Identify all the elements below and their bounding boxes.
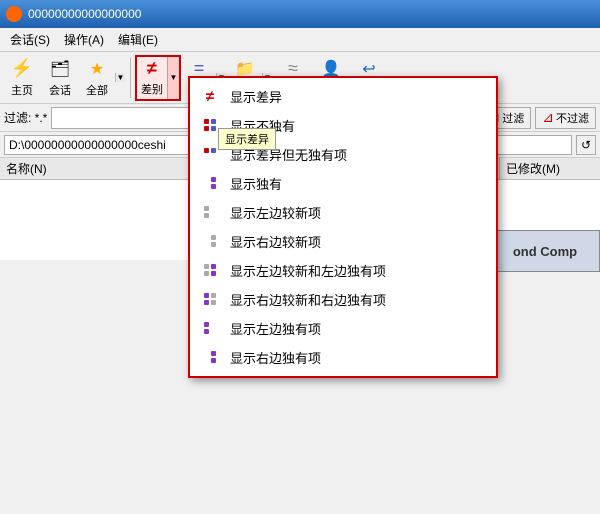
menu-item-show-left-newer[interactable]: 显示左边较新项 xyxy=(190,198,496,227)
menu-item-show-right-unique[interactable]: 显示右边独有项 xyxy=(190,343,496,372)
dots-mixed2-icon xyxy=(200,292,220,308)
dots-mixed-icon xyxy=(200,263,220,279)
menu-item-show-diff[interactable]: ≠ 显示差异 xyxy=(190,82,496,111)
main-window: 00000000000000000 ond Comp 会话(S) 操作(A) 编… xyxy=(0,0,600,514)
app-icon xyxy=(6,6,22,22)
dot-purple-icon xyxy=(200,176,220,192)
dot-right-icon xyxy=(200,350,220,366)
dots-red-blue2-icon xyxy=(200,147,220,163)
toolbar-btn-home[interactable]: ⚡ 主页 xyxy=(4,55,40,101)
star-icon: ★ xyxy=(85,58,109,80)
dot-left-icon xyxy=(200,321,220,337)
menu-item-show-right-newer[interactable]: 显示右边较新项 xyxy=(190,227,496,256)
menu-bar: 会话(S) 操作(A) 编辑(E) xyxy=(0,28,600,52)
title-text: 00000000000000000 xyxy=(28,7,594,21)
funnel-cancel-icon: ⊿ xyxy=(542,109,554,126)
separator-1 xyxy=(130,58,131,98)
tooltip-show-diff: 显示差异 xyxy=(218,128,276,150)
toolbar-btn-session[interactable]: 🗂 会话 xyxy=(42,55,78,101)
menu-operation[interactable]: 操作(A) xyxy=(58,29,110,50)
menu-item-show-right-newer-right-unique[interactable]: 显示右边较新和右边独有项 xyxy=(190,285,496,314)
column-modified[interactable]: 已修改(M) xyxy=(500,158,600,179)
dots-gray-icon xyxy=(200,205,220,221)
path-refresh-btn[interactable]: ↺ xyxy=(576,135,596,155)
toolbar-btn-diff[interactable]: ≠ 差别 ▼ xyxy=(135,55,181,101)
lightning-icon: ⚡ xyxy=(10,58,34,80)
dropdown-menu: ≠ 显示差异 显示不独有 xyxy=(188,76,498,378)
diff-dropdown-arrow[interactable]: ▼ xyxy=(167,57,179,99)
menu-session[interactable]: 会话(S) xyxy=(4,29,56,50)
menu-item-show-unique[interactable]: 显示独有 xyxy=(190,169,496,198)
menu-edit[interactable]: 编辑(E) xyxy=(112,29,164,50)
no-filter-btn[interactable]: ⊿ 不过滤 xyxy=(535,107,596,129)
dots-gray2-icon xyxy=(200,234,220,250)
title-bar: 00000000000000000 xyxy=(0,0,600,28)
ne-icon: ≠ xyxy=(147,58,157,79)
filter-label: 过滤: *.* xyxy=(4,109,47,126)
menu-item-show-left-newer-left-unique[interactable]: 显示左边较新和左边独有项 xyxy=(190,256,496,285)
toolbar-btn-all[interactable]: ★ 全部 ▼ xyxy=(80,55,126,101)
beyond-compare-label: ond Comp xyxy=(490,230,600,272)
diff-btn-main[interactable]: ≠ 差别 xyxy=(137,57,167,99)
ne-symbol-icon: ≠ xyxy=(200,89,220,105)
menu-item-show-left-unique[interactable]: 显示左边独有项 xyxy=(190,314,496,343)
all-dropdown-arrow[interactable]: ▼ xyxy=(115,73,125,82)
dots-red-blue-icon xyxy=(200,118,220,134)
briefcase-icon: 🗂 xyxy=(48,58,72,80)
